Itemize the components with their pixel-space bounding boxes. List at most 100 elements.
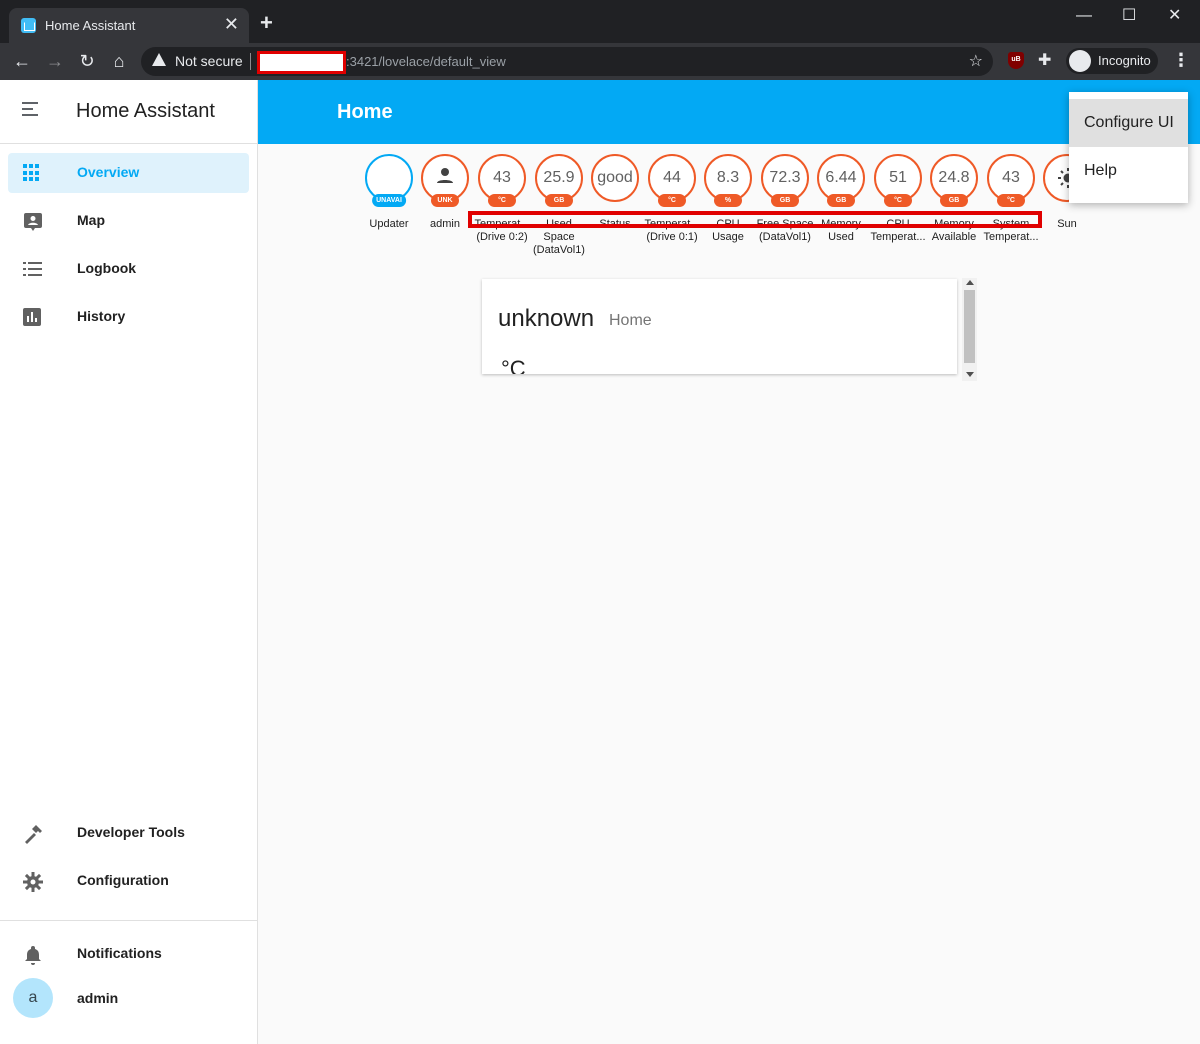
extensions-puzzle-icon[interactable]: ✚ — [1038, 50, 1051, 70]
home-button[interactable]: ⌂ — [107, 49, 131, 73]
badge-unit: GB — [545, 194, 573, 207]
badge-value: good — [597, 169, 633, 186]
sidebar-item-developer-tools[interactable]: Developer Tools — [8, 813, 249, 853]
address-bar[interactable]: Not secure :3421/lovelace/default_view ☆ — [141, 47, 993, 76]
badge-unit: % — [714, 194, 742, 207]
badge-temperature-drive-01[interactable]: 44 °C Temperat... (Drive 0:1) — [643, 154, 701, 244]
tab-title: Home Assistant — [45, 18, 136, 33]
warning-icon — [152, 53, 166, 66]
scroll-thumb[interactable] — [964, 290, 975, 363]
badge-circle: 8.3 % — [704, 154, 752, 207]
badge-unit: °C — [488, 194, 516, 207]
badge-unit: GB — [771, 194, 799, 207]
close-window-button[interactable]: ✕ — [1168, 6, 1181, 26]
bookmark-star-icon[interactable]: ☆ — [969, 51, 983, 71]
badge-updater[interactable]: UNAVAI Updater — [360, 154, 418, 231]
badge-value: 6.44 — [825, 169, 857, 186]
minimize-button[interactable]: — — [1076, 6, 1092, 26]
badge-circle: 44 °C — [648, 154, 696, 207]
grid-icon — [23, 164, 41, 182]
badge-circle: 43 °C — [987, 154, 1035, 207]
incognito-icon — [1069, 50, 1091, 72]
bell-icon — [23, 945, 41, 965]
badge-circle: UNAVAI — [365, 154, 413, 207]
overflow-menu: Configure UI Help — [1069, 92, 1188, 203]
app-header: Home — [258, 80, 1200, 144]
badge-value: 51 — [889, 169, 907, 186]
badge-value: 25.9 — [543, 169, 575, 186]
person-icon — [437, 168, 453, 183]
tab-close-icon[interactable]: ✕ — [224, 14, 239, 34]
badge-free-space[interactable]: 72.3 GB Free Space (DataVol1) — [756, 154, 814, 244]
sidebar-item-label: Developer Tools — [77, 824, 185, 840]
badge-cpu-usage[interactable]: 8.3 % CPU Usage — [699, 154, 757, 244]
incognito-label: Incognito — [1098, 53, 1151, 68]
badge-circle: good — [591, 154, 639, 202]
badge-unit: °C — [997, 194, 1025, 207]
sidebar-item-map[interactable]: Map — [8, 201, 249, 241]
menu-open-icon[interactable] — [22, 102, 40, 122]
annotation-highlight-box — [468, 211, 1042, 228]
badge-unit: °C — [884, 194, 912, 207]
badge-unit: UNAVAI — [372, 194, 406, 207]
map-account-icon — [23, 212, 42, 231]
sidebar-divider — [0, 920, 257, 921]
badge-memory-available[interactable]: 24.8 GB Memory Available — [925, 154, 983, 244]
badge-circle: 25.9 GB — [535, 154, 583, 207]
card-name: Home — [609, 312, 652, 329]
hammer-icon — [23, 824, 42, 844]
back-button[interactable]: ← — [10, 49, 34, 73]
gear-icon — [23, 872, 43, 892]
card-state: unknown — [498, 305, 595, 332]
sidebar-title: Home Assistant — [76, 100, 215, 122]
sidebar-item-notifications[interactable]: Notifications — [8, 934, 249, 974]
sidebar-item-configuration[interactable]: Configuration — [8, 861, 249, 901]
badge-circle: 43 °C — [478, 154, 526, 207]
badge-value: 24.8 — [938, 169, 970, 186]
security-indicator[interactable]: Not secure — [175, 53, 243, 69]
menu-item-configure-ui[interactable]: Configure UI — [1069, 99, 1188, 147]
sidebar-item-logbook[interactable]: Logbook — [8, 249, 249, 289]
badge-admin[interactable]: UNK admin — [416, 154, 474, 231]
browser-menu-icon[interactable]: ⋮ — [1172, 50, 1190, 71]
sidebar-item-label: Logbook — [77, 260, 137, 276]
maximize-button[interactable]: ☐ — [1122, 6, 1136, 26]
badge-label: Updater — [369, 218, 409, 230]
card-scrollbar[interactable] — [962, 278, 977, 381]
list-icon — [23, 260, 42, 278]
sidebar-item-label: Overview — [77, 164, 140, 180]
badge-used-space[interactable]: 25.9 GB Used Space (DataVol1) — [530, 154, 588, 257]
badge-system-temperature[interactable]: 43 °C System Temperat... — [982, 154, 1040, 244]
badge-memory-used[interactable]: 6.44 GB Memory Used — [812, 154, 870, 244]
scroll-down-arrow-icon[interactable] — [966, 372, 974, 377]
sidebar-item-label: History — [77, 308, 126, 324]
sidebar-item-overview[interactable]: Overview — [8, 153, 249, 193]
badge-unit: GB — [827, 194, 855, 207]
omnibox-divider — [250, 53, 251, 70]
reload-button[interactable]: ↻ — [75, 49, 99, 73]
browser-tab-bar: Home Assistant ✕ + — ☐ ✕ — [0, 0, 1200, 43]
user-name[interactable]: admin — [77, 990, 118, 1006]
badge-temperature-drive-02[interactable]: 43 °C Temperat... (Drive 0:2) — [473, 154, 531, 244]
chart-box-icon — [23, 308, 41, 326]
entity-card[interactable]: unknown Home °C — [482, 279, 957, 374]
badge-unit: UNK — [431, 194, 459, 207]
badge-unit: GB — [940, 194, 968, 207]
badge-circle: 24.8 GB — [930, 154, 978, 207]
new-tab-button[interactable]: + — [260, 12, 273, 34]
home-assistant-favicon-icon — [21, 18, 36, 33]
sidebar-item-history[interactable]: History — [8, 297, 249, 337]
incognito-indicator[interactable]: Incognito — [1066, 48, 1158, 74]
sidebar: Home Assistant Overview Map Logbook Hist… — [0, 80, 258, 1044]
ublock-extension-icon[interactable]: uB — [1008, 52, 1024, 69]
badge-unit: °C — [658, 194, 686, 207]
avatar[interactable]: a — [13, 978, 53, 1018]
menu-item-help[interactable]: Help — [1069, 147, 1188, 195]
browser-tab[interactable]: Home Assistant ✕ — [9, 8, 249, 43]
badge-circle: 6.44 GB — [817, 154, 865, 207]
badge-value: 43 — [493, 169, 511, 186]
url-text[interactable]: :3421/lovelace/default_view — [346, 54, 506, 69]
badge-cpu-temperature[interactable]: 51 °C CPU Temperat... — [869, 154, 927, 244]
scroll-up-arrow-icon[interactable] — [966, 280, 974, 285]
forward-button[interactable]: → — [43, 49, 67, 73]
